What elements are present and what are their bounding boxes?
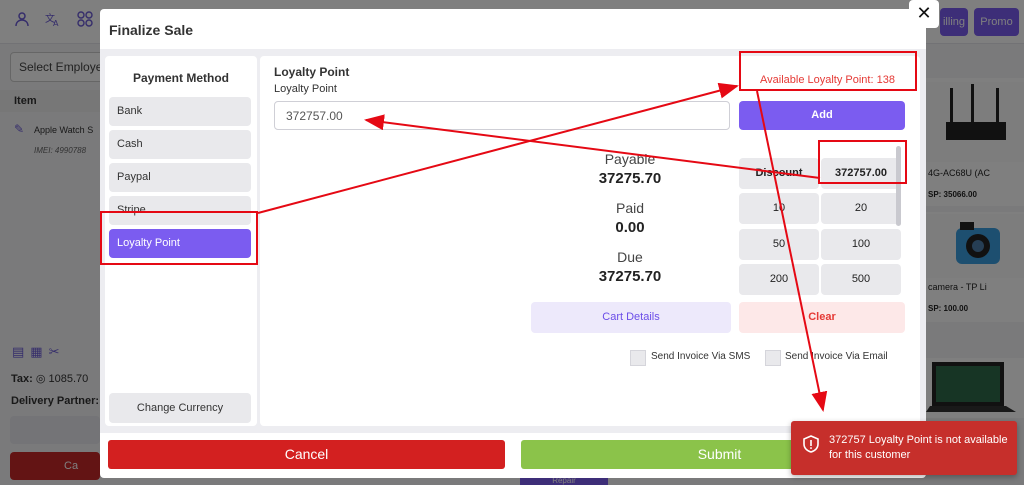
loyalty-point-heading: Loyalty Point <box>274 65 350 79</box>
loyalty-point-label: Loyalty Point <box>274 83 337 95</box>
payment-method-cash[interactable]: Cash <box>109 130 251 159</box>
loyalty-point-input[interactable] <box>274 101 730 130</box>
cancel-button[interactable]: Cancel <box>108 440 505 469</box>
toast-message: 372757 Loyalty Point is not available fo… <box>829 434 1008 461</box>
key-200[interactable]: 200 <box>739 264 819 295</box>
due-label: Due <box>617 249 643 265</box>
key-10[interactable]: 10 <box>739 193 819 224</box>
send-sms-checkbox[interactable] <box>630 350 646 366</box>
send-email-checkbox[interactable] <box>765 350 781 366</box>
payable-label: Payable <box>604 151 656 167</box>
key-100[interactable]: 100 <box>821 229 901 260</box>
error-toast[interactable]: 372757 Loyalty Point is not available fo… <box>791 421 1017 475</box>
due-value: 37275.70 <box>598 268 662 285</box>
change-currency-button[interactable]: Change Currency <box>109 393 251 423</box>
payment-method-title: Payment Method <box>132 71 229 85</box>
key-20[interactable]: 20 <box>821 193 901 224</box>
payment-method-bank[interactable]: Bank <box>109 97 251 126</box>
discount-key[interactable]: Discount <box>739 158 819 189</box>
paid-value: 0.00 <box>615 219 645 236</box>
close-icon[interactable]: ✕ <box>909 0 939 28</box>
annotation-box-available-points <box>739 51 917 91</box>
payment-details-panel: Loyalty Point Loyalty Point Available Lo… <box>260 56 920 426</box>
key-50[interactable]: 50 <box>739 229 819 260</box>
clear-button[interactable]: Clear <box>739 302 905 333</box>
payment-method-paypal[interactable]: Paypal <box>109 163 251 192</box>
send-email-label: Send Invoice Via Email <box>785 351 888 362</box>
paid-label: Paid <box>615 200 645 216</box>
payable-value: 37275.70 <box>598 170 662 187</box>
add-button[interactable]: Add <box>739 101 905 130</box>
key-500[interactable]: 500 <box>821 264 901 295</box>
annotation-box-amount-display <box>818 140 907 184</box>
cart-details-button[interactable]: Cart Details <box>531 302 731 333</box>
shield-alert-icon <box>803 435 819 453</box>
annotation-box-loyalty-method <box>100 211 258 265</box>
send-sms-label: Send Invoice Via SMS <box>651 351 751 362</box>
modal-title: Finalize Sale <box>109 22 194 38</box>
